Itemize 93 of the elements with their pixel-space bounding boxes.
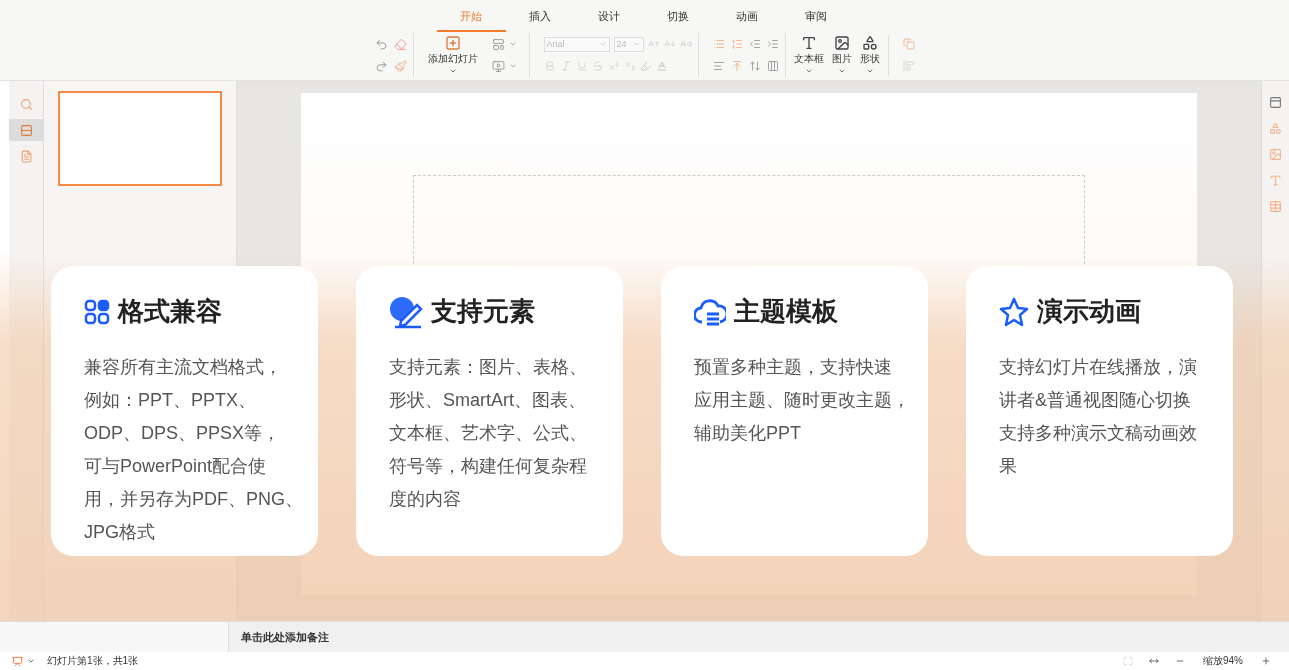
pen-icon	[389, 294, 423, 329]
feature-description-line: 度的内容	[389, 488, 462, 511]
eraser-icon[interactable]	[393, 37, 407, 51]
caret-icon[interactable]	[508, 40, 517, 48]
bullet-list-icon[interactable]	[712, 38, 725, 50]
line-spacing-icon[interactable]	[748, 60, 761, 72]
indent-icon[interactable]	[766, 38, 779, 50]
redo-icon[interactable]	[374, 59, 388, 73]
text-icon[interactable]	[1269, 174, 1282, 187]
caret-icon[interactable]	[448, 67, 457, 75]
image-icon	[833, 35, 850, 51]
feature-description-line: 支持元素：图片、表格、	[389, 356, 588, 379]
fit-icon	[1123, 656, 1133, 666]
caret-icon	[632, 40, 641, 48]
outline-icon	[19, 149, 33, 163]
font-color-icon[interactable]	[655, 60, 668, 72]
feature-description-line: 形状、SmartArt、图表、	[389, 389, 587, 412]
add-slide-button[interactable]: 添加幻灯片	[427, 35, 478, 75]
plus-icon	[1261, 656, 1271, 666]
slide-count: 幻灯片第1张，共1张	[47, 654, 139, 668]
feature-description-line: 果	[999, 455, 1018, 478]
underline-icon[interactable]	[575, 60, 588, 72]
insert-button[interactable]: 图片	[831, 35, 852, 75]
bold-icon[interactable]	[543, 60, 556, 72]
feature-description-line: 用，并另存为PDF、PNG、	[84, 488, 304, 511]
strikethrough-icon[interactable]	[591, 60, 604, 72]
caret-icon[interactable]	[837, 67, 846, 75]
slides-icon	[19, 123, 33, 137]
subscript-icon[interactable]	[623, 60, 636, 72]
feature-description-line: 文本框、艺术字、公式、	[389, 422, 588, 445]
italic-icon[interactable]	[559, 60, 572, 72]
ribbon-tab[interactable]: 审阅	[781, 9, 851, 32]
caret-icon[interactable]	[508, 62, 517, 70]
feature-title: 主题模板	[734, 295, 838, 328]
add-slide-icon	[444, 35, 461, 51]
feature-description-line: 讲者&普通视图随心切换	[999, 389, 1192, 412]
feature-description-line: 符号等，构建任何复杂程	[389, 455, 588, 478]
slides-view-button[interactable]	[9, 119, 43, 141]
feature-description-line: 预置多种主题，支持快速	[694, 356, 893, 379]
feature-description-line: 例如：PPT、PPTX、	[84, 389, 258, 412]
columns-icon[interactable]	[766, 60, 779, 72]
shapes-icon[interactable]	[1269, 122, 1282, 135]
zoom-level: 缩放94%	[1202, 654, 1244, 668]
insert-button[interactable]: 文本框	[793, 35, 824, 75]
slide-thumbnail[interactable]	[58, 91, 222, 186]
ribbon-tab[interactable]: 插入	[505, 9, 575, 32]
notes-field[interactable]: 单击此处添加备注	[229, 622, 341, 652]
feature-description-line: 支持多种演示文稿动画效	[999, 422, 1198, 445]
feature-description-line: ODP、DPS、PPSX等，	[84, 422, 282, 445]
fit-width-icon	[1149, 656, 1159, 666]
text-box-icon	[800, 35, 817, 51]
caret-icon	[598, 40, 607, 48]
align-objects-icon[interactable]	[902, 60, 915, 72]
outdent-icon[interactable]	[748, 38, 761, 50]
caret-icon[interactable]	[865, 67, 874, 75]
undo-icon[interactable]	[374, 37, 388, 51]
ribbon-tab[interactable]: 切换	[643, 9, 713, 32]
shrink-font-icon[interactable]	[663, 38, 676, 50]
grow-font-icon[interactable]	[647, 38, 660, 50]
search-icon	[19, 97, 33, 111]
shapes-icon	[861, 35, 878, 51]
feature-title: 支持元素	[431, 295, 535, 328]
feature-description-line: 可与PowerPoint配合使	[84, 455, 268, 478]
slideshow-icon[interactable]	[12, 655, 23, 667]
image-icon[interactable]	[1269, 148, 1282, 161]
star-icon	[999, 296, 1029, 327]
table-icon[interactable]	[1269, 200, 1282, 213]
numbered-list-icon[interactable]	[730, 38, 743, 50]
feature-description-line: 应用主题、随时更改主题，	[694, 389, 911, 412]
cloud-icon	[694, 297, 726, 326]
highlighter-icon[interactable]	[639, 60, 652, 72]
feature-description-line: 辅助美化PPT	[694, 422, 802, 445]
ribbon-tab[interactable]: 动画	[712, 9, 782, 32]
caret-icon[interactable]	[27, 657, 35, 665]
case-icon[interactable]	[679, 38, 692, 50]
caret-icon[interactable]	[804, 67, 813, 75]
slideshow-icon[interactable]	[491, 59, 505, 73]
feature-title: 格式兼容	[118, 295, 222, 328]
feature-description-line: 支持幻灯片在线播放，演	[999, 356, 1198, 379]
feature-description-line: JPG格式	[84, 521, 156, 544]
align-icon[interactable]	[712, 60, 725, 72]
ribbon-tab[interactable]: 设计	[574, 9, 644, 32]
superscript-icon[interactable]	[607, 60, 620, 72]
arrange-icon[interactable]	[902, 38, 915, 50]
vertical-align-icon[interactable]	[730, 60, 743, 72]
layout-icon[interactable]	[491, 37, 505, 51]
feature-title: 演示动画	[1037, 295, 1141, 328]
insert-button[interactable]: 形状	[859, 35, 880, 75]
title-placeholder[interactable]	[413, 175, 1085, 264]
grid-icon	[84, 298, 110, 325]
brush-icon[interactable]	[393, 59, 407, 73]
layout-panel-icon[interactable]	[1269, 96, 1282, 109]
feature-description-line: 兼容所有主流文档格式，	[84, 356, 283, 379]
